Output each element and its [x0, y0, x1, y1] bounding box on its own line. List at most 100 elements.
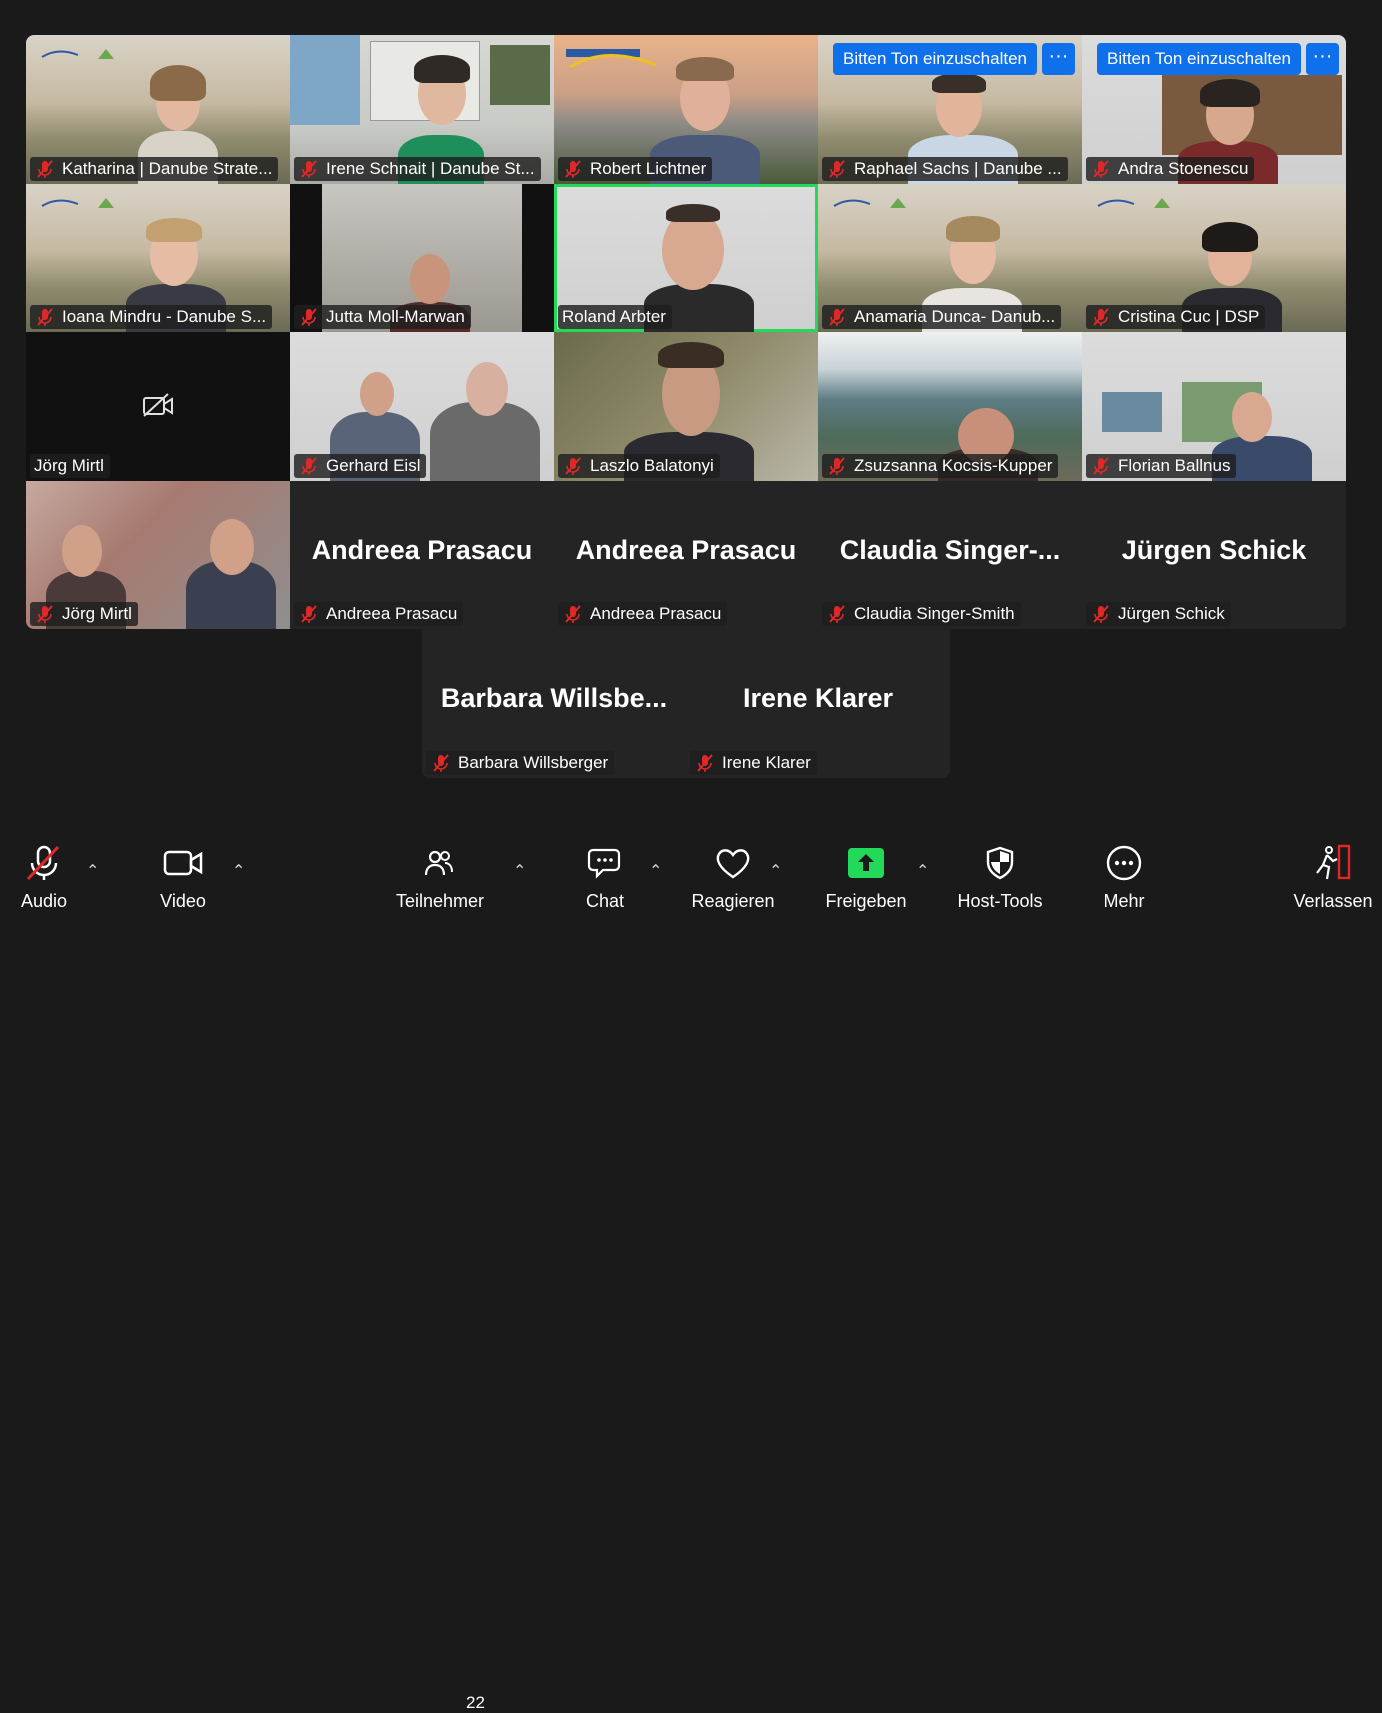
background-logo	[830, 194, 940, 212]
muted-mic-icon	[34, 603, 56, 625]
muted-mic-icon	[430, 752, 452, 774]
shield-icon	[985, 835, 1015, 891]
participant-name: Andreea Prasacu	[558, 602, 728, 626]
video-options-chevron-icon[interactable]: ⌃	[232, 861, 245, 881]
video-off-icon	[142, 392, 174, 423]
gallery-grid-row-5: Barbara Willsbe... Barbara Willsberger I…	[422, 629, 950, 778]
participant-name: Irene Schnait | Danube St...	[294, 156, 541, 181]
muted-mic-icon	[298, 603, 320, 625]
background-logo	[38, 194, 148, 212]
participant-tile[interactable]: Andreea Prasacu Andreea Prasacu	[554, 480, 818, 629]
participant-name: Ioana Mindru - Danube S...	[30, 305, 273, 329]
video-camera-icon	[163, 835, 203, 891]
participant-name: Jürgen Schick	[1086, 602, 1231, 626]
participant-display-name: Jürgen Schick	[1121, 534, 1307, 565]
participant-tile[interactable]: Irene Schnait | Danube St...	[290, 35, 554, 184]
participant-tile[interactable]: Katharina | Danube Strate...	[26, 35, 290, 184]
muted-mic-icon	[1090, 603, 1112, 625]
more-button[interactable]: Mehr	[1096, 835, 1152, 919]
participant-tile[interactable]: Jörg Mirtl	[26, 480, 290, 629]
ask-unmute-group: Bitten Ton einzuschalten ···	[1097, 43, 1339, 75]
participant-tile[interactable]: Anamaria Dunca- Danub...	[818, 183, 1082, 332]
meeting-toolbar: Audio ⌃ Video ⌃ Teilnehmer 22 ⌃ Chat ⌃ R…	[0, 835, 1382, 1712]
more-dots-icon	[1105, 835, 1143, 891]
chat-options-chevron-icon[interactable]: ⌃	[649, 861, 662, 881]
participant-name: Anamaria Dunca- Danub...	[822, 305, 1062, 329]
muted-mic-icon	[1090, 306, 1112, 328]
muted-mic-icon	[1090, 455, 1112, 477]
participant-tile[interactable]: Gerhard Eisl	[290, 332, 554, 481]
muted-mic-icon	[694, 752, 716, 774]
leave-button[interactable]: Verlassen	[1290, 835, 1376, 919]
participant-name: Barbara Willsberger	[426, 750, 615, 775]
host-tools-button[interactable]: Host-Tools	[954, 835, 1046, 919]
chat-button[interactable]: Chat	[578, 835, 632, 919]
tile-more-button[interactable]: ···	[1041, 43, 1075, 75]
participant-tile[interactable]: Claudia Singer-... Claudia Singer-Smith	[818, 480, 1082, 629]
participant-name: Robert Lichtner	[558, 156, 713, 181]
participant-display-name: Irene Klarer	[742, 683, 894, 713]
muted-mic-icon	[826, 306, 848, 328]
share-options-chevron-icon[interactable]: ⌃	[916, 861, 929, 881]
participant-tile[interactable]: Robert Lichtner	[554, 35, 818, 184]
participants-options-chevron-icon[interactable]: ⌃	[513, 861, 526, 881]
ask-unmute-group: Bitten Ton einzuschalten ···	[833, 43, 1075, 75]
share-button[interactable]: Freigeben	[822, 835, 910, 919]
participant-tile[interactable]: Barbara Willsbe... Barbara Willsberger	[422, 629, 686, 778]
muted-mic-icon	[562, 603, 584, 625]
participant-tile[interactable]: Jörg Mirtl	[26, 332, 290, 481]
background-logo	[566, 45, 676, 69]
ask-to-unmute-button[interactable]: Bitten Ton einzuschalten	[833, 43, 1037, 75]
participant-tile[interactable]: Laszlo Balatonyi	[554, 332, 818, 481]
chat-bubble-icon	[587, 835, 623, 891]
participant-name: Claudia Singer-Smith	[822, 602, 1021, 626]
audio-button[interactable]: Audio	[14, 835, 74, 919]
participant-name: Zsuzsanna Kocsis-Kupper	[822, 453, 1059, 478]
muted-mic-icon	[298, 158, 320, 180]
participant-tile-active-speaker[interactable]: Roland Arbter	[554, 183, 818, 332]
participant-tile[interactable]: Florian Ballnus	[1082, 332, 1346, 481]
react-button[interactable]: Reagieren	[688, 835, 778, 919]
participant-tile[interactable]: Irene Klarer Irene Klarer	[686, 629, 950, 778]
share-screen-icon	[847, 835, 885, 891]
participant-tile[interactable]: Bitten Ton einzuschalten ··· Raphael Sac…	[818, 35, 1082, 184]
participant-name: Florian Ballnus	[1086, 453, 1237, 478]
participants-button[interactable]: Teilnehmer	[392, 835, 488, 919]
muted-mic-icon	[562, 455, 584, 477]
muted-mic-icon	[298, 455, 320, 477]
participant-display-name: Andreea Prasacu	[311, 534, 533, 565]
participant-display-name: Claudia Singer-...	[839, 534, 1061, 565]
participant-display-name: Barbara Willsbe...	[440, 683, 668, 713]
participant-tile[interactable]: Bitten Ton einzuschalten ··· Andra Stoen…	[1082, 35, 1346, 184]
tile-more-button[interactable]: ···	[1305, 43, 1339, 75]
muted-mic-icon	[562, 158, 584, 180]
participants-count: 22	[466, 1693, 485, 1712]
participant-name: Katharina | Danube Strate...	[30, 156, 279, 181]
muted-mic-icon	[34, 158, 56, 180]
react-options-chevron-icon[interactable]: ⌃	[769, 861, 782, 881]
participant-name: Raphael Sachs | Danube ...	[822, 156, 1068, 181]
participant-name: Andra Stoenescu	[1086, 156, 1255, 181]
ask-to-unmute-button[interactable]: Bitten Ton einzuschalten	[1097, 43, 1301, 75]
background-logo	[1094, 194, 1204, 212]
participant-tile[interactable]: Zsuzsanna Kocsis-Kupper	[818, 332, 1082, 481]
video-button[interactable]: Video	[153, 835, 213, 919]
participant-display-name: Andreea Prasacu	[575, 534, 797, 565]
audio-options-chevron-icon[interactable]: ⌃	[86, 861, 99, 881]
participant-tile[interactable]: Jutta Moll-Marwan	[290, 183, 554, 332]
heart-icon	[714, 835, 752, 891]
leave-door-icon	[1313, 835, 1353, 891]
participant-tile[interactable]: Andreea Prasacu Andreea Prasacu	[290, 480, 554, 629]
participant-name: Irene Klarer	[690, 750, 817, 775]
participant-name: Jörg Mirtl	[30, 453, 110, 478]
participant-name: Cristina Cuc | DSP	[1086, 305, 1266, 329]
participant-tile[interactable]: Jürgen Schick Jürgen Schick	[1082, 480, 1346, 629]
participants-icon	[392, 835, 488, 891]
muted-mic-icon	[826, 158, 848, 180]
participant-tile[interactable]: Ioana Mindru - Danube S...	[26, 183, 290, 332]
participant-name: Jutta Moll-Marwan	[294, 305, 471, 329]
muted-mic-icon	[826, 603, 848, 625]
muted-mic-icon	[826, 455, 848, 477]
participant-tile[interactable]: Cristina Cuc | DSP	[1082, 183, 1346, 332]
background-logo	[38, 45, 148, 63]
